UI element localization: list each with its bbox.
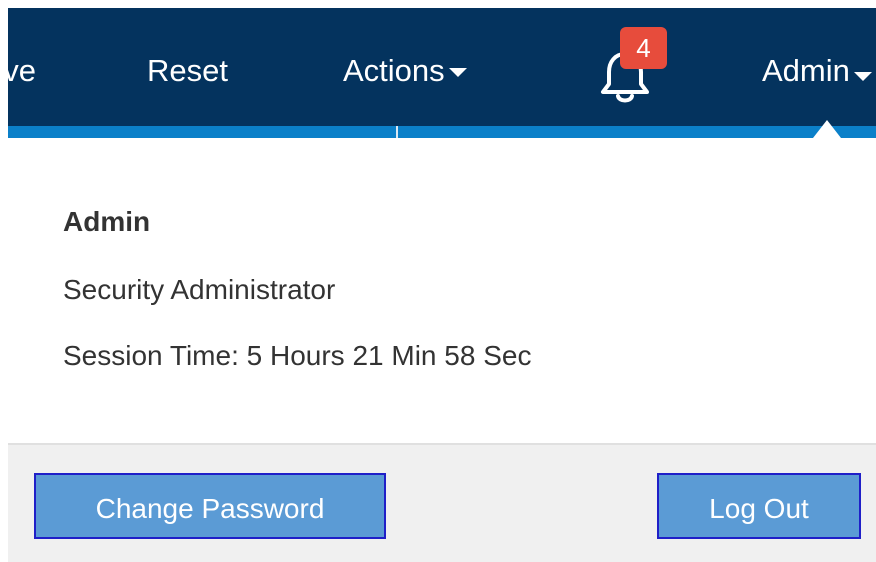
nav-item-clipped-label: ve xyxy=(8,53,36,88)
change-password-button[interactable]: Change Password xyxy=(34,473,386,539)
nav-item-reset-label: Reset xyxy=(147,53,228,88)
nav-item-actions-label: Actions xyxy=(343,53,445,88)
user-name: Admin xyxy=(63,206,151,237)
nav-item-admin-label: Admin xyxy=(762,53,850,88)
user-role: Security Administrator xyxy=(63,274,336,305)
chevron-down-icon xyxy=(853,72,872,82)
navbar-accent-bar xyxy=(8,126,876,138)
nav-item-reset[interactable]: Reset xyxy=(147,52,228,90)
session-time: Session Time: 5 Hours 21 Min 58 Sec xyxy=(63,340,532,371)
nav-item-admin[interactable]: Admin xyxy=(762,52,876,92)
chevron-down-icon xyxy=(448,68,467,78)
nav-divider xyxy=(396,126,398,138)
nav-item-actions[interactable]: Actions xyxy=(343,52,467,90)
dropdown-pointer xyxy=(813,120,841,138)
nav-item-clipped[interactable]: ve xyxy=(8,52,36,92)
notifications-badge: 4 xyxy=(620,27,667,69)
logout-button[interactable]: Log Out xyxy=(657,473,861,539)
